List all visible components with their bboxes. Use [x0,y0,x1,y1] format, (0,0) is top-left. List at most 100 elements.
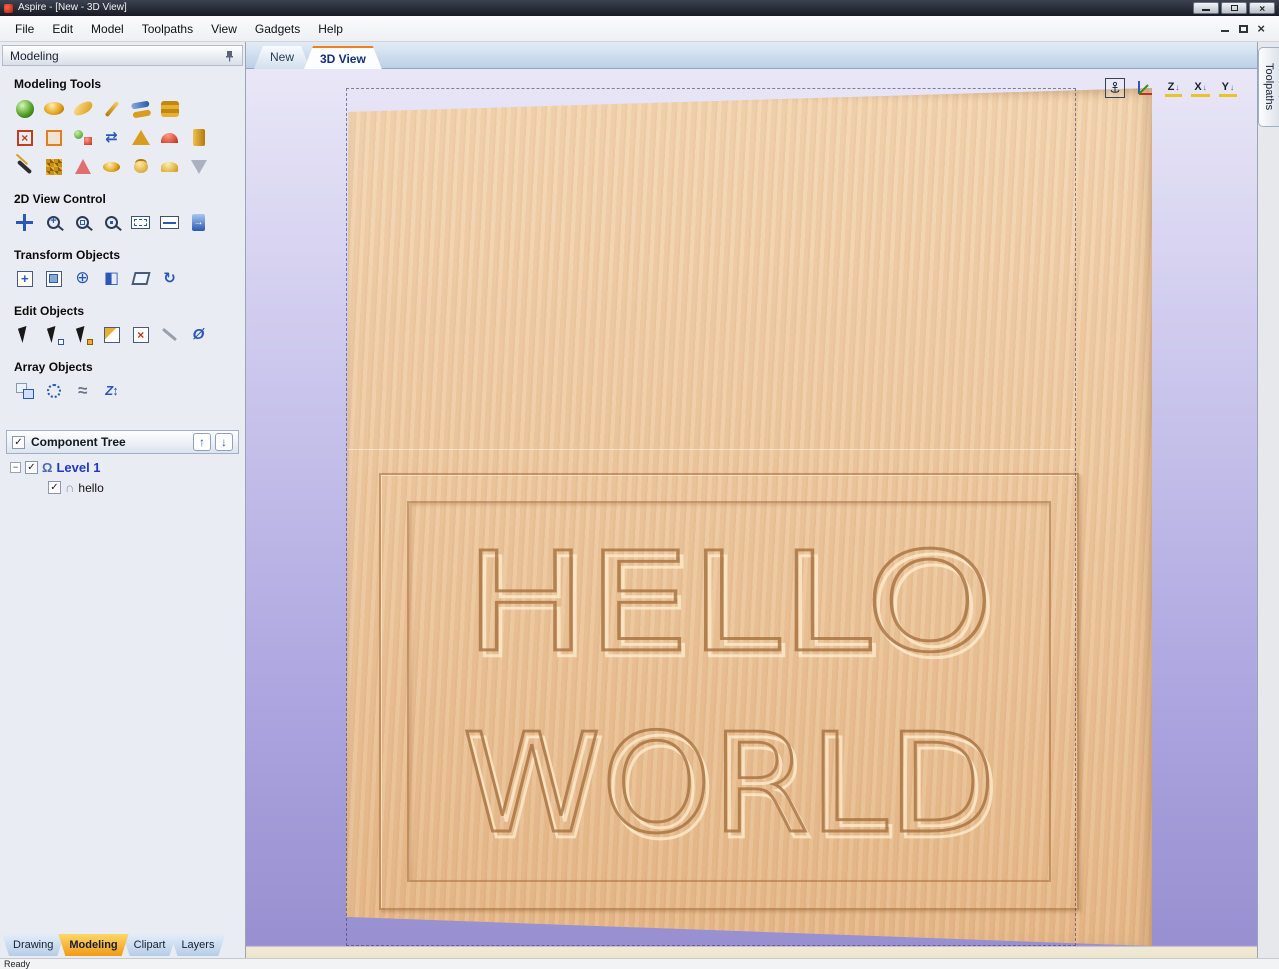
menu-toolpaths[interactable]: Toolpaths [133,18,202,40]
cone-pink-icon[interactable] [70,154,95,179]
circular-array-icon[interactable] [41,378,66,403]
section-2d-view-control: 2D View Control [14,192,106,206]
zoom-extents-icon[interactable] [99,210,124,235]
dome-gold-icon[interactable] [99,154,124,179]
pan-view-icon[interactable] [12,210,37,235]
zoom-box-icon[interactable] [70,210,95,235]
component-tree-buttons [193,433,233,451]
move-level-up-button[interactable] [193,433,211,451]
modeling-tools-row-1 [12,96,182,121]
isometric-view-icon[interactable] [1134,77,1156,99]
mdi-close-button[interactable] [1257,20,1265,38]
toolpaths-strip: Toolpaths [1257,42,1279,958]
set-size-icon[interactable] [41,266,66,291]
set-position-icon[interactable] [70,266,95,291]
component-tree-title: Component Tree [31,435,126,449]
section-array-objects: Array Objects [14,360,93,374]
menu-gadgets[interactable]: Gadgets [246,18,309,40]
minimize-button[interactable] [1193,2,1219,14]
view-control-row [12,210,211,235]
texture-model-icon[interactable] [41,154,66,179]
create-texture-area-icon[interactable] [41,125,66,150]
spin-tool-icon[interactable] [186,154,211,179]
trim-tool-icon[interactable] [128,322,153,347]
tab-toolpaths[interactable]: Toolpaths [1258,47,1279,127]
nesting-icon[interactable] [99,378,124,403]
menubar: File Edit Model Toolpaths View Gadgets H… [0,16,1279,42]
mdi-minimize-button[interactable] [1221,24,1230,33]
zoom-interactive-icon[interactable] [41,210,66,235]
transform-row [12,266,182,291]
svg-text:WORLD: WORLD [462,705,996,864]
hello-checkbox[interactable] [48,481,61,494]
sculpt-tool-icon[interactable] [99,96,124,121]
menu-model[interactable]: Model [82,18,133,40]
look-down-y-button[interactable]: Y [1218,80,1237,97]
level1-checkbox[interactable] [25,461,38,474]
select-tool-icon[interactable] [12,322,37,347]
fabric-texture-icon[interactable] [157,96,182,121]
grid-array-icon[interactable] [12,378,37,403]
clear-model-icon[interactable] [12,125,37,150]
titlebar: Aspire - [New - 3D View] [0,0,1279,16]
menu-file[interactable]: File [6,18,43,40]
tab-new[interactable]: New [254,46,310,69]
panel-title: Modeling [10,48,59,63]
rotate-object-icon[interactable] [157,266,182,291]
menu-view[interactable]: View [202,18,246,40]
zoom-selected-icon[interactable] [128,210,153,235]
menu-help[interactable]: Help [309,18,352,40]
move-level-down-button[interactable] [215,433,233,451]
toggle-view-icon[interactable] [186,210,211,235]
create-shape-icon[interactable] [12,96,37,121]
look-down-z-button[interactable]: Z [1164,80,1183,97]
modeling-tools-row-2 [12,125,211,150]
view-controls: Z X Y [1104,77,1237,99]
smooth-dome-icon[interactable] [41,96,66,121]
measure-tool-icon[interactable] [157,322,182,347]
look-down-x-button[interactable]: X [1191,80,1210,97]
tab-3d-view[interactable]: 3D View [304,46,382,69]
offset-vectors-icon[interactable] [186,322,211,347]
transform-edit-icon[interactable] [70,322,95,347]
tab-drawing[interactable]: Drawing [2,934,64,956]
tab-clipart[interactable]: Clipart [123,934,177,956]
mdi-restore-button[interactable] [1239,24,1249,33]
extrude-weave-icon[interactable] [128,96,153,121]
node-edit-icon[interactable] [41,322,66,347]
anchor-view-icon[interactable] [1104,78,1125,98]
tab-modeling[interactable]: Modeling [58,934,128,956]
move-object-icon[interactable] [12,266,37,291]
tool-options-icon[interactable] [12,154,37,179]
pin-icon[interactable] [224,50,235,62]
tab-layers[interactable]: Layers [170,934,225,956]
close-button[interactable] [1249,2,1275,14]
fillet-tool-icon[interactable] [99,322,124,347]
copy-along-curve-icon[interactable] [70,378,95,403]
section-modeling-tools: Modeling Tools [14,77,102,91]
offset-model-icon[interactable] [99,125,124,150]
app-window: Aspire - [New - 3D View] File Edit Model… [0,0,1279,969]
tree-item-level1: Level 1 [10,460,101,475]
zoom-drawing-icon[interactable] [157,210,182,235]
3d-viewport[interactable]: HELLO HELLO WORLD WORLD Z ↓ X ↓ Y ↓ [246,69,1257,958]
collapse-icon[interactable] [10,462,21,473]
mirror-object-icon[interactable] [99,266,124,291]
aspire-logo-icon [4,3,13,13]
wood-model: HELLO HELLO WORLD WORLD [346,88,1152,946]
distort-object-icon[interactable] [128,266,153,291]
mound-tool-icon[interactable] [157,154,182,179]
clear-section-icon[interactable] [70,125,95,150]
emboss-cone-icon[interactable] [128,125,153,150]
dome-red-icon[interactable] [157,125,182,150]
two-rail-sweep-icon[interactable] [70,96,95,121]
slice-model-icon[interactable] [186,125,211,150]
tree-label-hello[interactable]: hello [78,481,103,495]
turn-pot-icon[interactable] [128,154,153,179]
component-tree-checkbox[interactable] [12,435,25,449]
section-edit-objects: Edit Objects [14,304,85,318]
window-controls [1193,2,1275,14]
tree-label-level1[interactable]: Level 1 [56,460,100,475]
menu-edit[interactable]: Edit [43,18,82,40]
maximize-button[interactable] [1221,2,1247,14]
